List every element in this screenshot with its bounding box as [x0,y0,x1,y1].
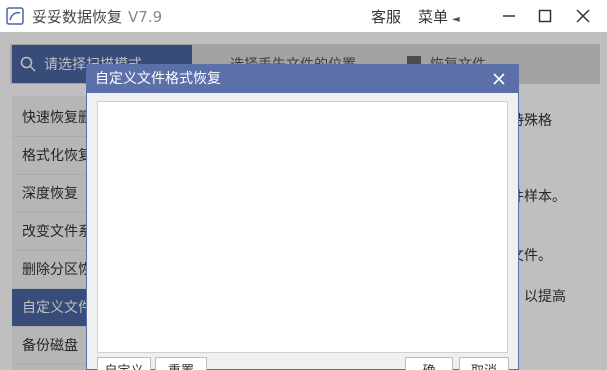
reset-button[interactable]: 重置 [155,357,207,370]
cancel-button[interactable]: 取消 [459,357,509,370]
close-icon [576,9,590,23]
dialog-close-icon[interactable] [490,70,508,88]
app-logo-icon [6,7,24,25]
app-version: V7.9 [128,8,163,26]
dialog-title: 自定义文件格式恢复 [87,65,518,93]
close-button[interactable] [567,0,599,32]
menu-label: 菜单 [418,8,449,26]
maximize-button[interactable] [529,0,561,32]
app-title: 妥妥数据恢复 V7.9 [32,6,162,27]
menu-button[interactable]: 菜单 ◄ [418,6,460,27]
custom-format-dialog: 自定义文件格式恢复 自定义 重置 确 取消 [86,64,519,370]
define-button[interactable]: 自定义 [97,357,151,370]
customer-service-button[interactable]: 客服 [371,6,401,27]
minimize-icon [503,15,515,17]
title-bar: 妥妥数据恢复 V7.9 客服 菜单 ◄ [0,0,607,32]
ok-button[interactable]: 确 [405,357,453,370]
maximize-icon [538,9,552,23]
minimize-button[interactable] [493,0,525,32]
app-name: 妥妥数据恢复 [32,8,123,26]
menu-arrow-icon: ◄ [452,14,460,25]
format-text-area[interactable] [97,101,508,353]
